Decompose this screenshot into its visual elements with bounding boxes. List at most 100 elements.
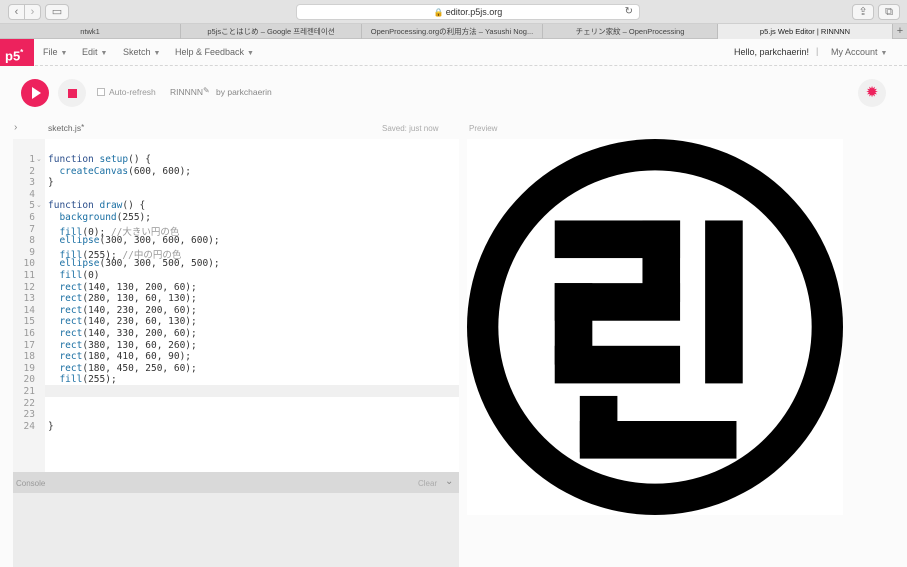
line-number: 7: [29, 223, 35, 235]
unsaved-marker: *: [81, 123, 85, 132]
browser-toolbar: ‹ › ▭ 🔒 editor.p5js.org ↻ ⇪ ⧉: [0, 0, 907, 24]
menu-edit[interactable]: Edit ▼: [82, 47, 107, 57]
glyph-rect: [579, 421, 737, 459]
caret-down-icon: ▼: [100, 50, 108, 57]
preview-label: Preview: [469, 124, 498, 133]
gear-icon: ✹: [865, 84, 879, 101]
back-button[interactable]: ‹: [8, 4, 25, 20]
forward-button[interactable]: ›: [24, 4, 41, 20]
code-line[interactable]: ellipse(300, 300, 500, 500);: [48, 258, 219, 269]
preview-drawing: [467, 139, 843, 515]
fold-arrow-icon[interactable]: ⌄: [36, 155, 42, 163]
line-number: 5: [29, 200, 35, 212]
code-line[interactable]: }: [48, 177, 54, 188]
browser-tab[interactable]: OpenProcessing.orgの利用方法 – Yasushi Nog...: [362, 24, 543, 39]
browser-tab[interactable]: ntwk1: [0, 24, 181, 39]
author-label: by parkchaerin: [216, 87, 272, 97]
browser-tab[interactable]: p5jsことはじめ – Google 프레젠테이션: [181, 24, 362, 39]
menu-sketch[interactable]: Sketch ▼: [123, 47, 160, 57]
line-number: 19: [23, 362, 35, 374]
line-number: 2: [29, 165, 35, 177]
caret-down-icon: ▼: [60, 50, 68, 57]
file-tab[interactable]: sketch.js*: [48, 123, 84, 133]
url-text: editor.p5js.org: [445, 7, 503, 17]
code-line[interactable]: fill(255);: [48, 374, 116, 385]
save-status: Saved: just now: [382, 124, 439, 133]
console-clear-button[interactable]: Clear: [418, 479, 437, 488]
menu-my-account[interactable]: My Account ▼: [831, 47, 887, 57]
glyph-rect: [705, 220, 743, 384]
line-number: 24: [23, 420, 35, 432]
console-header: Console Clear ⌄: [13, 472, 459, 493]
chevron-right-icon: ›: [30, 6, 35, 18]
code-line[interactable]: rect(140, 230, 60, 130);: [48, 316, 196, 327]
code-line[interactable]: ellipse(300, 300, 600, 600);: [48, 235, 219, 246]
line-number: 9: [29, 246, 35, 258]
glyph-rect: [554, 345, 681, 384]
tab-overview-button[interactable]: ⧉: [878, 4, 900, 20]
line-number: 8: [29, 235, 35, 247]
sketch-preview-canvas[interactable]: [467, 139, 843, 515]
code-line[interactable]: }: [48, 421, 54, 432]
code-line[interactable]: background(255);: [48, 212, 151, 223]
code-line[interactable]: rect(380, 130, 60, 260);: [48, 340, 196, 351]
code-line[interactable]: createCanvas(600, 600);: [48, 166, 191, 177]
line-number-gutter: 1 ⌄ 2 3 4 5 ⌄ 6 7 8 9 10 11 12 13 14 15 16 17 18 19 20 21 22 23 2…: [13, 139, 45, 472]
code-line[interactable]: function draw() {: [48, 200, 145, 211]
p5-logo[interactable]: p5*: [0, 39, 34, 66]
fold-arrow-icon[interactable]: ⌄: [36, 201, 42, 209]
browser-tab[interactable]: チェリン家紋 – OpenProcessing: [543, 24, 718, 39]
line-number: 23: [23, 409, 35, 421]
code-line[interactable]: rect(280, 130, 60, 130);: [48, 293, 196, 304]
code-editor[interactable]: 1 ⌄ 2 3 4 5 ⌄ 6 7 8 9 10 11 12 13 14 15 16 17 18 19 20 21 22 23 2…: [13, 139, 459, 472]
caret-down-icon: ▼: [247, 50, 254, 57]
tab-bar: ntwk1 p5jsことはじめ – Google 프레젠테이션 OpenProc…: [0, 24, 907, 39]
lock-icon: 🔒: [433, 8, 444, 17]
settings-button[interactable]: ✹: [858, 79, 886, 107]
new-tab-button[interactable]: +: [893, 24, 907, 39]
line-number: 20: [23, 374, 35, 386]
code-line[interactable]: rect(140, 230, 200, 60);: [48, 305, 196, 316]
line-number: 12: [23, 281, 35, 293]
nav-divider: |: [816, 46, 819, 56]
line-number: 14: [23, 304, 35, 316]
reload-icon[interactable]: ↻: [625, 5, 633, 19]
auto-refresh-checkbox[interactable]: [97, 88, 105, 96]
share-icon: ⇪: [858, 6, 868, 18]
code-line[interactable]: rect(180, 410, 60, 90);: [48, 351, 191, 362]
share-button[interactable]: ⇪: [852, 4, 874, 20]
sketch-name[interactable]: RINNNN: [170, 87, 203, 97]
code-line[interactable]: fill(0): [48, 270, 99, 281]
line-number: 10: [23, 258, 35, 270]
active-line-highlight: [45, 385, 459, 397]
console-output: [13, 493, 459, 567]
line-number: 21: [23, 386, 35, 397]
user-greeting: Hello, parkchaerin!: [734, 47, 810, 57]
play-icon: [32, 87, 41, 99]
sidebar-toggle-button[interactable]: ▭: [45, 4, 69, 20]
file-sidebar-toggle[interactable]: ›: [14, 122, 17, 133]
code-line[interactable]: rect(180, 450, 250, 60);: [48, 363, 196, 374]
line-number: 16: [23, 328, 35, 339]
menu-help[interactable]: Help & Feedback ▼: [175, 47, 254, 57]
auto-refresh-label: Auto-refresh: [109, 87, 156, 97]
line-number: 4: [29, 188, 35, 200]
code-line[interactable]: rect(140, 130, 200, 60);: [48, 282, 196, 293]
chevron-left-icon: ‹: [14, 6, 19, 18]
menu-file[interactable]: File ▼: [43, 47, 67, 57]
code-line[interactable]: function setup() {: [48, 154, 151, 165]
line-number: 1: [29, 154, 35, 165]
editor-nav: p5* File ▼ Edit ▼ Sketch ▼ Help & Feedback ▼…: [0, 39, 907, 66]
console-label: Console: [16, 479, 46, 488]
code-line[interactable]: rect(140, 330, 200, 60);: [48, 328, 196, 339]
play-button[interactable]: [21, 79, 49, 107]
pencil-icon[interactable]: ✎: [203, 86, 210, 95]
caret-down-icon: ▼: [153, 50, 161, 57]
chevron-down-icon[interactable]: ⌄: [445, 476, 453, 487]
stop-button[interactable]: [58, 79, 86, 107]
address-bar[interactable]: 🔒 editor.p5js.org ↻: [296, 4, 640, 20]
line-number: 22: [23, 397, 35, 409]
chevron-right-icon: ›: [14, 122, 18, 133]
browser-tab-active[interactable]: p5.js Web Editor | RINNNN: [718, 24, 893, 39]
line-number: 11: [23, 270, 35, 281]
